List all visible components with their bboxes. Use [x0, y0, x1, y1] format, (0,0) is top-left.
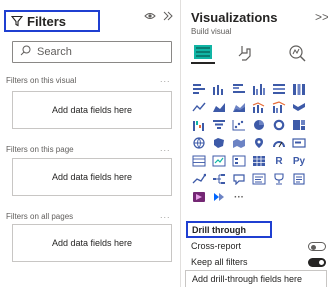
multi-row-card-icon[interactable]: [191, 154, 207, 168]
azure-map-icon[interactable]: [251, 136, 267, 150]
power-automate-icon[interactable]: [211, 190, 227, 204]
filters-header[interactable]: Filters: [4, 10, 100, 32]
visual-types-grid: R Py ···: [191, 82, 309, 206]
stacked-bar-chart-icon[interactable]: [191, 82, 207, 96]
python-visual-icon[interactable]: Py: [291, 154, 307, 168]
goals-icon[interactable]: [271, 172, 287, 186]
line-and-clustered-column-icon[interactable]: [271, 100, 287, 114]
search-input[interactable]: [37, 46, 157, 58]
area-chart-icon[interactable]: [211, 100, 227, 114]
drop-zone-all-pages[interactable]: Add data fields here: [12, 224, 172, 262]
shape-map-icon[interactable]: [231, 136, 247, 150]
donut-chart-icon[interactable]: [271, 118, 287, 132]
more-visuals-icon[interactable]: ···: [231, 190, 247, 204]
eye-icon[interactable]: [144, 10, 156, 24]
qna-icon[interactable]: [231, 172, 247, 186]
treemap-icon[interactable]: [291, 118, 307, 132]
pie-chart-icon[interactable]: [251, 118, 267, 132]
drop-zone-page[interactable]: Add data fields here: [12, 158, 172, 196]
section-label-visual: Filters on this visual: [6, 76, 77, 85]
table-icon[interactable]: [251, 154, 267, 168]
clustered-column-chart-icon[interactable]: [251, 82, 267, 96]
cross-report-label: Cross-report: [191, 241, 242, 251]
viz-collapse-icon[interactable]: >>: [315, 10, 328, 24]
cross-report-toggle[interactable]: [308, 242, 326, 251]
search-icon: [20, 43, 31, 61]
visualizations-pane: Visualizations >> Build visual R Py ··· …: [181, 0, 328, 287]
more-options-page[interactable]: ...: [160, 143, 171, 153]
100-percent-bar-chart-icon[interactable]: [271, 82, 287, 96]
funnel-chart-icon[interactable]: [211, 118, 227, 132]
waterfall-chart-icon[interactable]: [191, 118, 207, 132]
line-and-column-chart-icon[interactable]: [251, 100, 267, 114]
ribbon-chart-icon[interactable]: [291, 100, 307, 114]
100-percent-column-chart-icon[interactable]: [291, 82, 307, 96]
map-icon[interactable]: [191, 136, 207, 150]
filters-pane: Filters Filters on this visual ... Add d…: [0, 0, 180, 287]
gauge-icon[interactable]: [271, 136, 287, 150]
card-icon[interactable]: [291, 136, 307, 150]
stacked-area-chart-icon[interactable]: [231, 100, 247, 114]
scatter-chart-icon[interactable]: [231, 118, 247, 132]
key-influencers-icon[interactable]: [191, 172, 207, 186]
r-script-visual-icon[interactable]: R: [271, 154, 287, 168]
search-box[interactable]: [12, 41, 172, 63]
format-visual-tab-icon[interactable]: [233, 42, 257, 64]
kpi-icon[interactable]: [211, 154, 227, 168]
keep-all-filters-label: Keep all filters: [191, 257, 248, 267]
filled-map-icon[interactable]: [211, 136, 227, 150]
drill-through-header[interactable]: Drill through: [186, 221, 272, 238]
power-apps-icon[interactable]: [191, 190, 207, 204]
section-label-all-pages: Filters on all pages: [6, 212, 74, 221]
decomposition-tree-icon[interactable]: [211, 172, 227, 186]
visualizations-title: Visualizations: [191, 10, 278, 25]
smart-narrative-icon[interactable]: [251, 172, 267, 186]
clustered-bar-chart-icon[interactable]: [231, 82, 247, 96]
line-chart-icon[interactable]: [191, 100, 207, 114]
drill-through-drop-zone[interactable]: Add drill-through fields here: [185, 270, 327, 287]
filters-title: Filters: [27, 13, 67, 29]
drop-zone-visual[interactable]: Add data fields here: [12, 91, 172, 129]
section-label-page: Filters on this page: [6, 145, 74, 154]
slicer-icon[interactable]: [231, 154, 247, 168]
paginated-report-icon[interactable]: [291, 172, 307, 186]
keep-all-filters-toggle[interactable]: [308, 258, 326, 267]
more-options-all-pages[interactable]: ...: [160, 210, 171, 220]
more-options-visual[interactable]: ...: [160, 74, 171, 84]
build-visual-tab-icon[interactable]: [191, 42, 215, 64]
filter-icon: [11, 15, 23, 27]
build-visual-label: Build visual: [191, 27, 232, 36]
stacked-column-chart-icon[interactable]: [211, 82, 227, 96]
collapse-icon[interactable]: [163, 10, 173, 24]
analytics-tab-icon[interactable]: [285, 42, 309, 64]
